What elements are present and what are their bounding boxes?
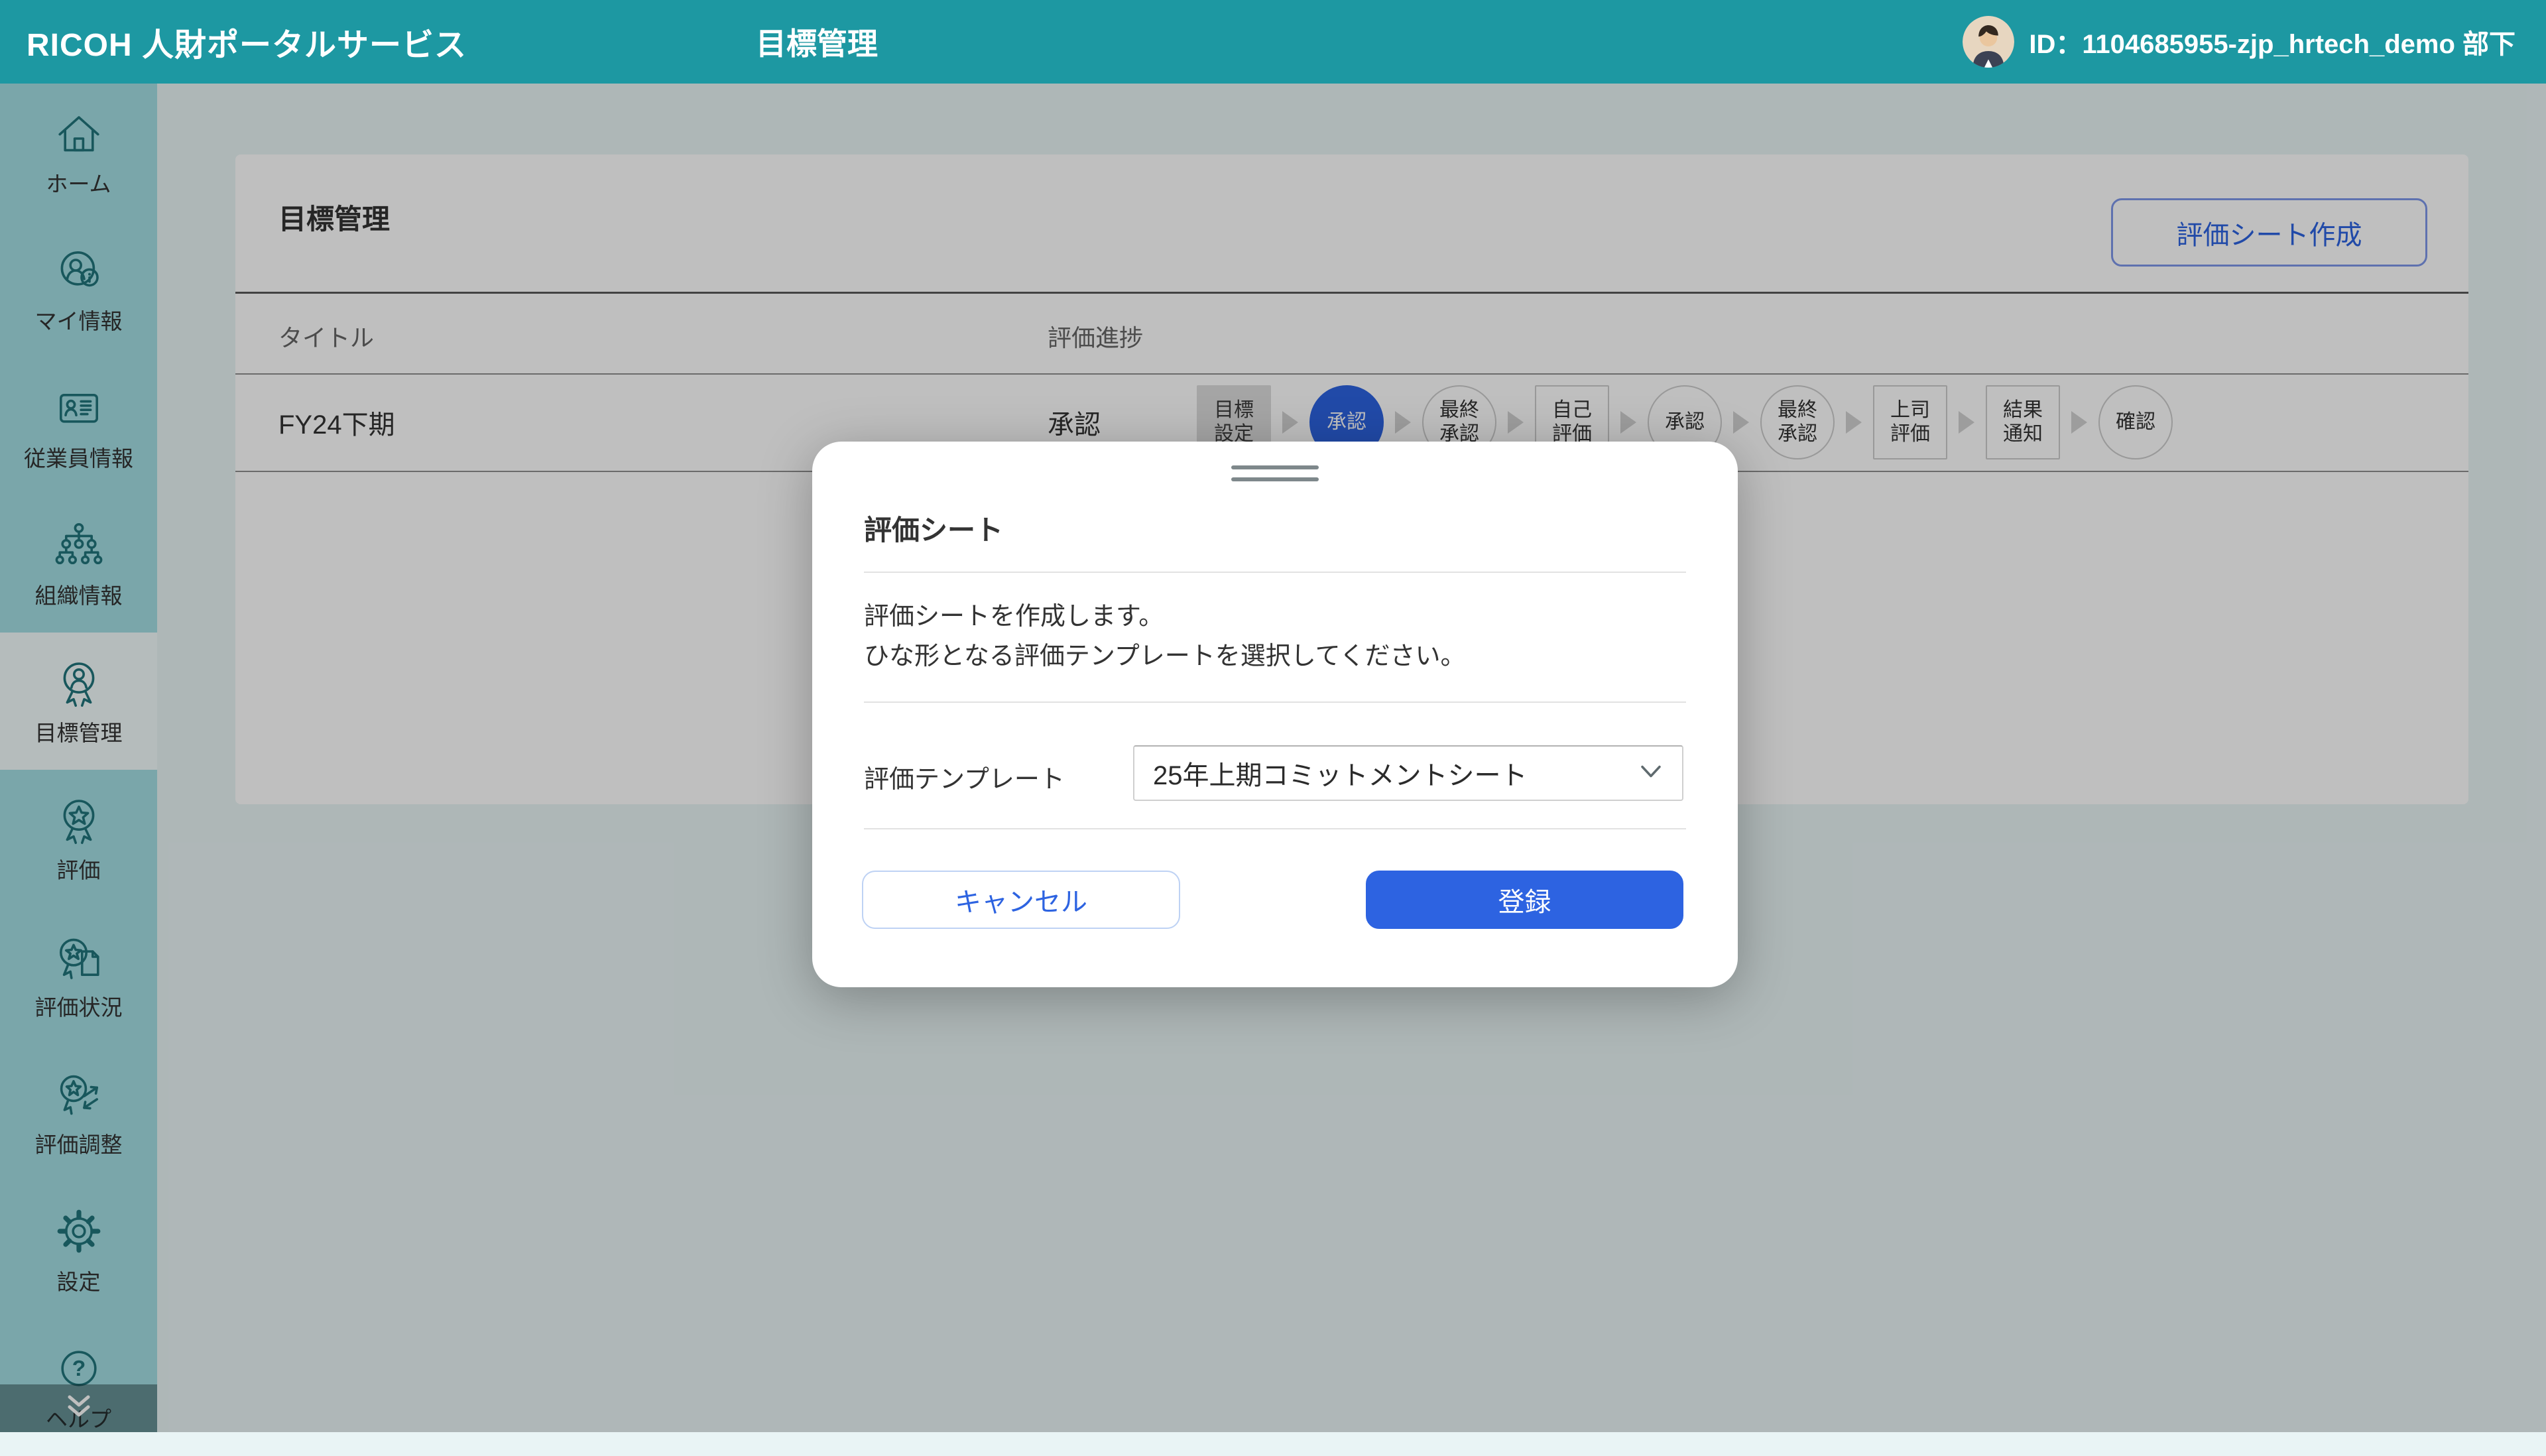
- cancel-button[interactable]: キャンセル: [862, 871, 1180, 929]
- divider: [864, 572, 1686, 573]
- dialog-title: 評価シート: [864, 508, 1003, 548]
- evaluation-sheet-dialog: 評価シート 評価シートを作成します。 ひな形となる評価テンプレートを選択してくだ…: [812, 442, 1738, 987]
- user-info: ID：1104685955-zjp_hrtech_demo 部下: [1963, 0, 2516, 84]
- chevron-down-icon: [1637, 762, 1665, 785]
- dialog-description-line1: 評価シートを作成します。: [864, 595, 1164, 632]
- page-title: 目標管理: [756, 0, 878, 84]
- user-id-text: ID：1104685955-zjp_hrtech_demo 部下: [2029, 23, 2516, 61]
- divider: [864, 701, 1686, 703]
- app-logo: RICOH 人財ポータルサービス: [27, 19, 467, 65]
- divider: [864, 828, 1686, 829]
- template-field-label: 評価テンプレート: [864, 758, 1065, 795]
- dialog-description-line2: ひな形となる評価テンプレートを選択してください。: [864, 635, 1465, 672]
- app-header: RICOH 人財ポータルサービス 目標管理 ID：1104685955-zjp_…: [0, 0, 2546, 84]
- template-select[interactable]: 25年上期コミットメントシート: [1133, 745, 1683, 801]
- drag-handle[interactable]: [1231, 465, 1319, 489]
- submit-button[interactable]: 登録: [1366, 871, 1683, 929]
- template-select-value: 25年上期コミットメントシート: [1153, 754, 1528, 792]
- user-avatar[interactable]: [1963, 16, 2014, 68]
